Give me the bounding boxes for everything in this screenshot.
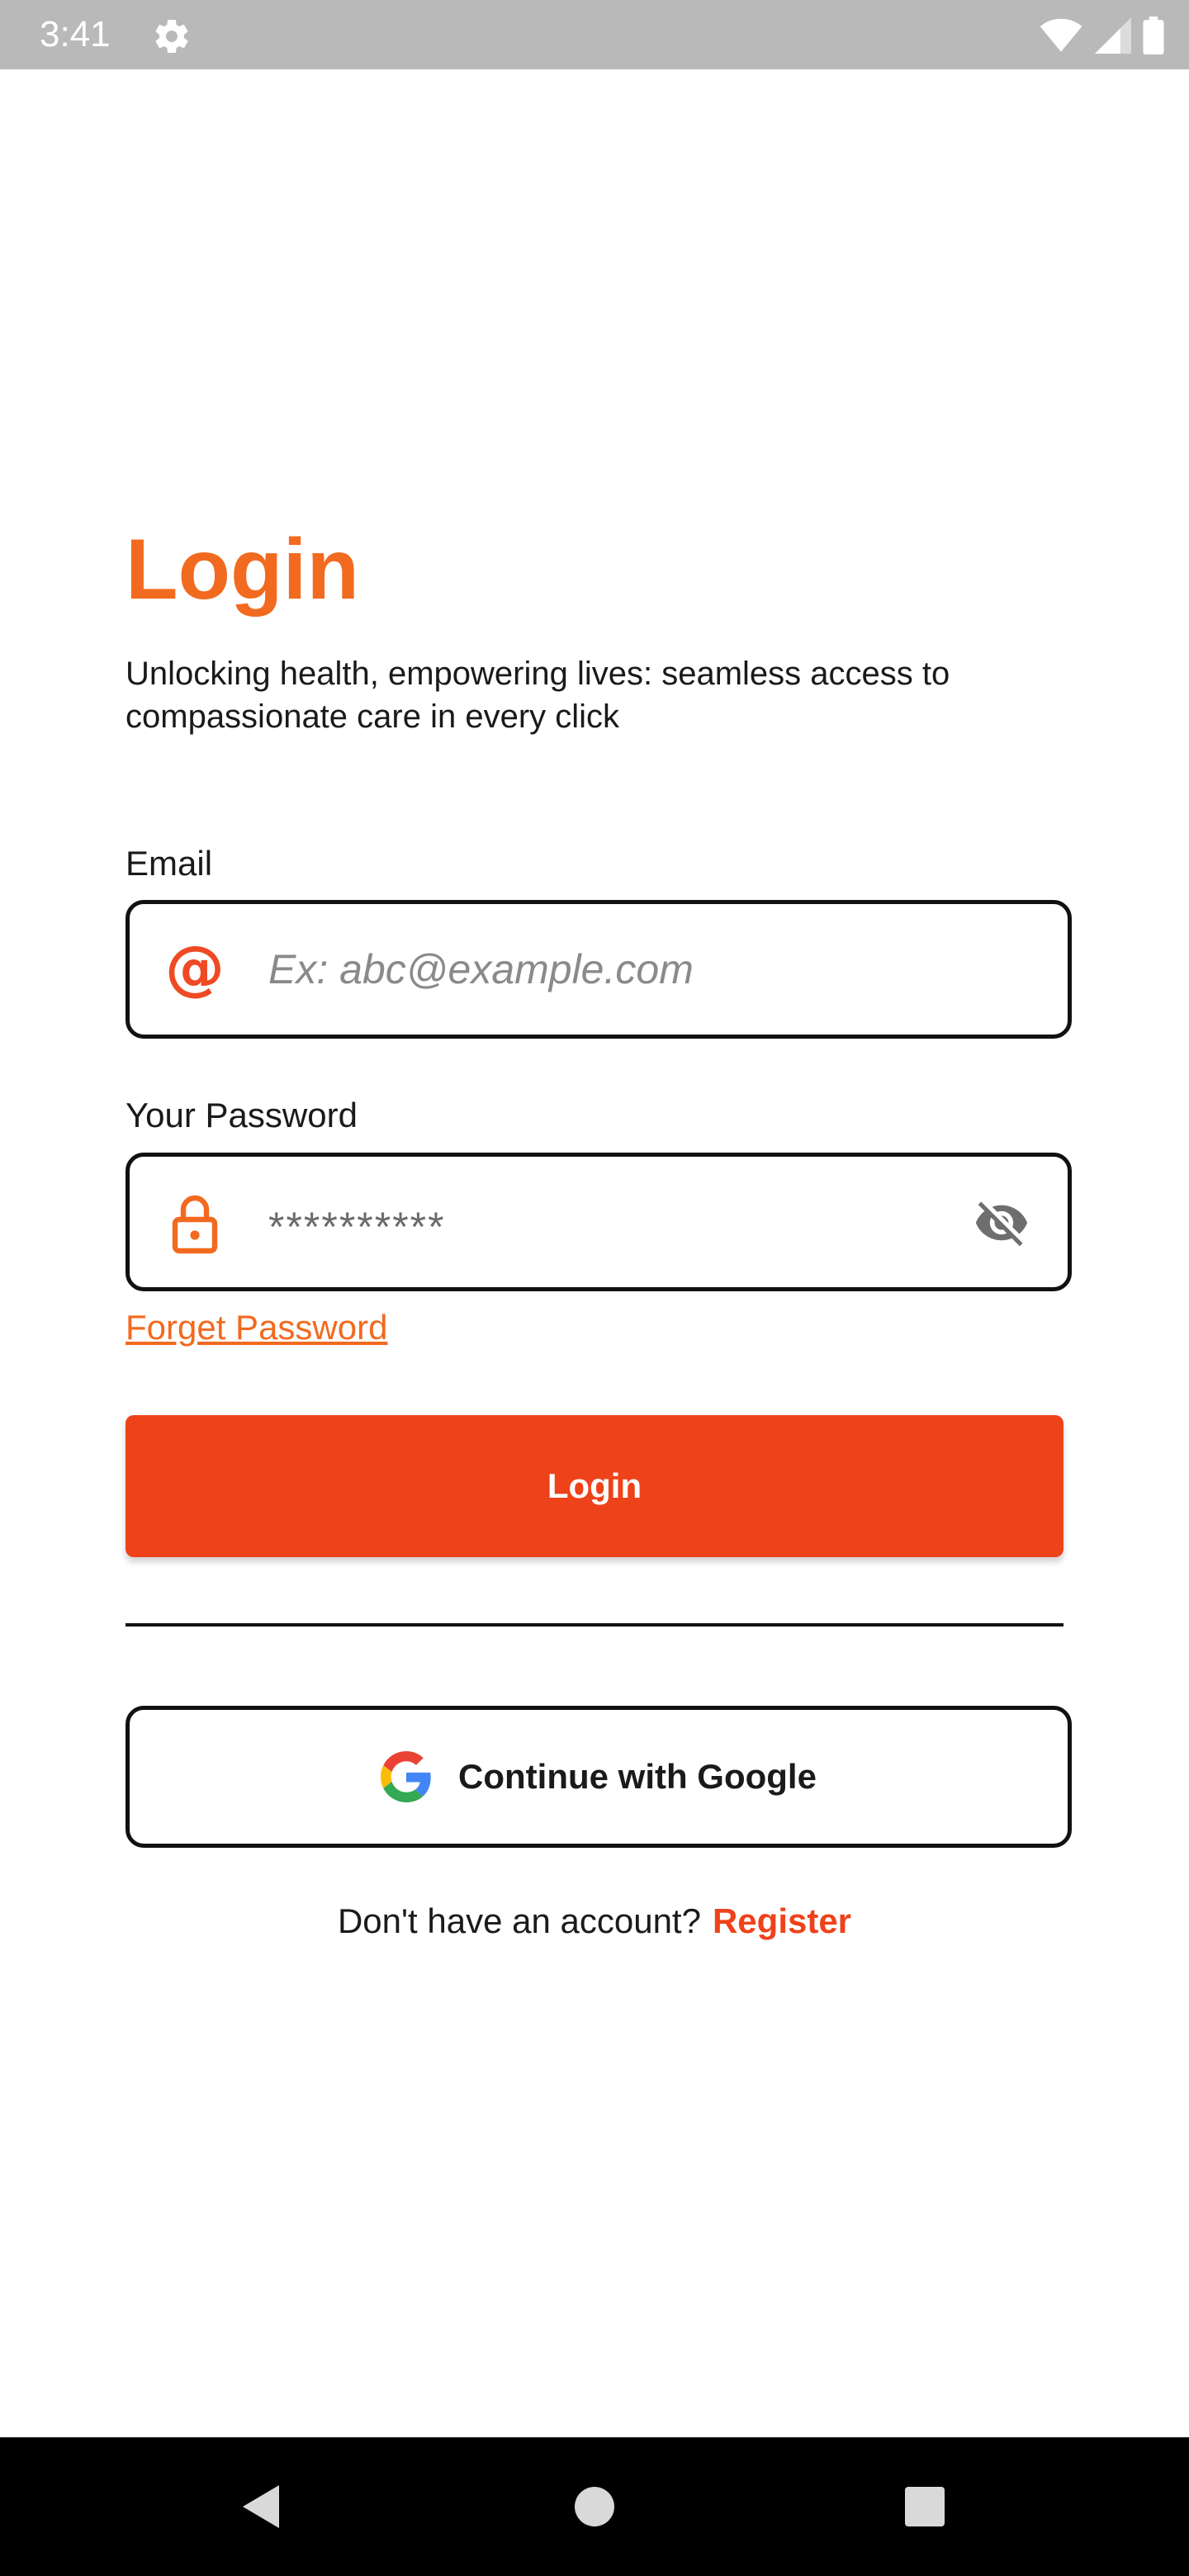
google-logo-icon <box>381 1751 431 1802</box>
google-button-label: Continue with Google <box>458 1757 817 1796</box>
cellular-signal-icon <box>1095 17 1131 54</box>
page-subtitle: Unlocking health, empowering lives: seam… <box>126 656 950 735</box>
email-field[interactable]: @ Ex: abc@example.com <box>126 900 1072 1039</box>
wifi-icon <box>1040 18 1082 52</box>
svg-text:@: @ <box>165 937 225 1002</box>
register-prompt: Don't have an account? <box>337 1901 701 1940</box>
forget-password-link[interactable]: Forget Password <box>126 1306 387 1349</box>
navigation-bar <box>0 2437 1189 2576</box>
at-sign-icon: @ <box>165 937 225 1002</box>
home-icon[interactable] <box>566 2479 623 2535</box>
back-icon[interactable] <box>236 2479 292 2535</box>
email-label: Email <box>126 844 213 883</box>
eye-off-icon[interactable] <box>967 1195 1036 1251</box>
status-time: 3:41 <box>40 14 111 54</box>
lock-icon <box>172 1195 218 1254</box>
password-label: Your Password <box>126 1096 358 1134</box>
battery-icon <box>1143 17 1164 54</box>
register-row: Don't have an account? Register <box>0 1899 1189 1944</box>
divider <box>126 1623 1063 1627</box>
password-value: ********** <box>268 1204 446 1250</box>
email-placeholder: Ex: abc@example.com <box>268 946 694 992</box>
continue-with-google-button[interactable]: Continue with Google <box>126 1706 1072 1848</box>
recent-apps-icon[interactable] <box>897 2479 953 2535</box>
password-field[interactable]: ********** <box>126 1153 1072 1291</box>
status-indicators <box>1039 15 1164 56</box>
page-title: Login <box>126 522 360 618</box>
status-bar: 3:41 <box>0 0 1189 69</box>
settings-gear-icon <box>155 20 188 54</box>
register-link[interactable]: Register <box>713 1901 851 1940</box>
login-button[interactable]: Login <box>126 1415 1063 1557</box>
